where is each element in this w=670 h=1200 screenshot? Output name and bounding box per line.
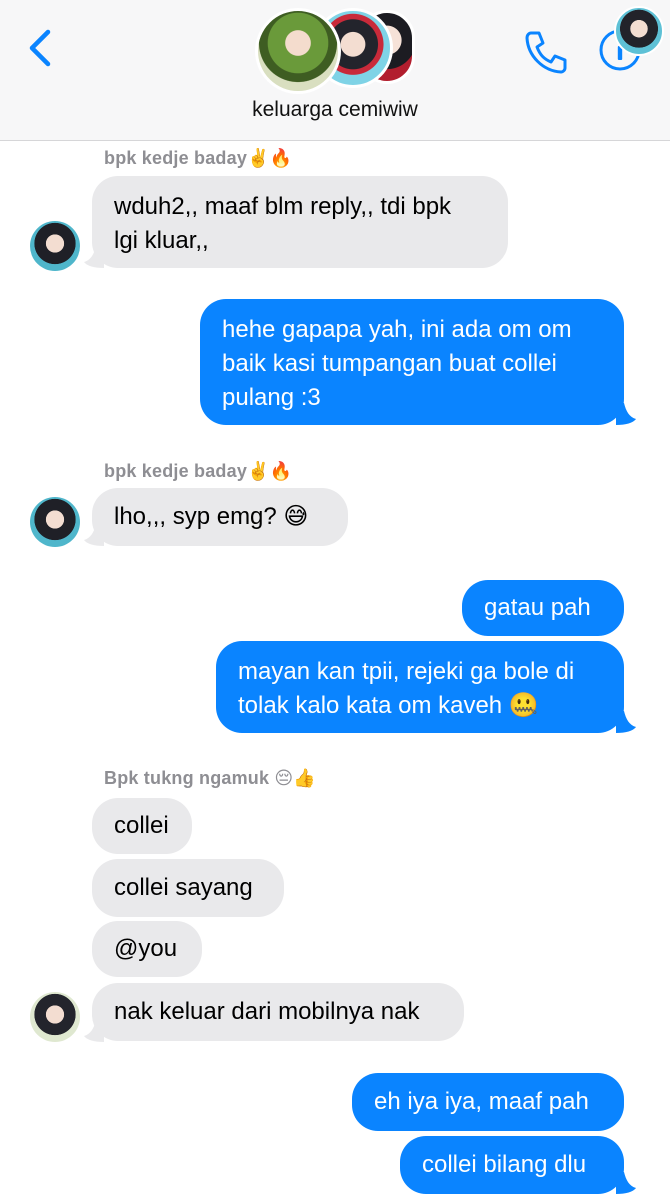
sender-name: bpk kedje baday✌️🔥 [104, 148, 293, 168]
phone-icon [525, 31, 567, 74]
avatar[interactable] [30, 992, 80, 1042]
bubble-tail [616, 711, 636, 733]
message-bubble-incoming[interactable]: wduh2,, maaf blm reply,, tdi bpk lgi klu… [92, 176, 508, 268]
avatar[interactable] [30, 497, 80, 547]
message-bubble-outgoing[interactable]: eh iya iya, maaf pah [352, 1073, 624, 1131]
message-bubble-outgoing[interactable]: mayan kan tpii, rejeki ga bole di tolak … [216, 641, 624, 733]
group-avatar-1 [255, 8, 341, 94]
avatar[interactable] [30, 221, 80, 271]
avatar[interactable] [614, 6, 664, 56]
message-bubble-incoming[interactable]: lho,,, syp emg? 😅 [92, 488, 348, 546]
group-avatar-stack[interactable] [255, 4, 415, 94]
message-bubble-incoming[interactable]: collei sayang [92, 859, 284, 917]
sender-name: Bpk tukng ngamuk 😔👍 [104, 768, 316, 788]
sender-name: bpk kedje baday✌️🔥 [104, 461, 293, 481]
bubble-tail [616, 403, 636, 425]
message-bubble-incoming[interactable]: nak keluar dari mobilnya nak [92, 983, 464, 1041]
message-bubble-incoming[interactable]: @you [92, 921, 202, 977]
message-bubble-outgoing[interactable]: gatau pah [462, 580, 624, 636]
call-button[interactable] [522, 28, 570, 74]
bubble-tail [616, 1172, 636, 1194]
chat-header: keluarga cemiwiw [0, 0, 670, 141]
group-name[interactable]: keluarga cemiwiw [0, 98, 670, 122]
back-button[interactable] [24, 26, 58, 70]
message-bubble-outgoing[interactable]: hehe gapapa yah, ini ada om om baik kasi… [200, 299, 624, 425]
chevron-left-icon [29, 29, 51, 67]
message-bubble-outgoing[interactable]: collei bilang dlu [400, 1136, 624, 1194]
message-bubble-incoming[interactable]: collei [92, 798, 192, 854]
